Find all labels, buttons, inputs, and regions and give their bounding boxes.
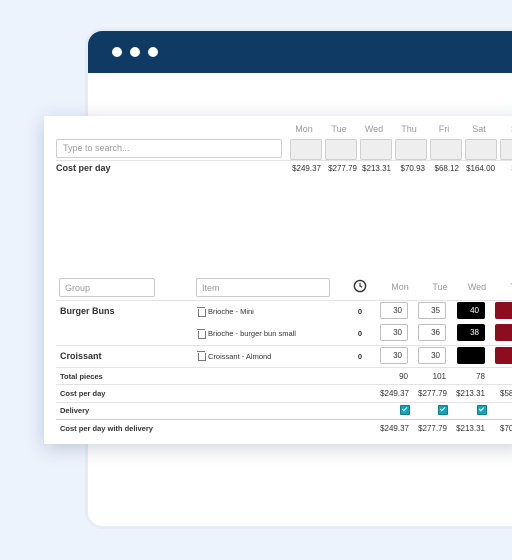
delivery-checkbox-mon[interactable] — [400, 405, 410, 415]
grid-day-wed: Wed — [467, 282, 487, 292]
day-input-thu[interactable] — [395, 139, 427, 160]
divider — [56, 419, 512, 420]
cost-per-day-tue: $277.79 — [418, 389, 447, 398]
summary-cost-mon: $249.37 — [292, 164, 321, 173]
day-input-fri[interactable] — [430, 139, 462, 160]
group-filter-input[interactable]: Group — [59, 278, 155, 297]
item-count: 0 — [357, 352, 362, 361]
delivery-checkbox-tue[interactable] — [438, 405, 448, 415]
delivery-checkbox-wed[interactable] — [477, 405, 487, 415]
group-name: Croissant — [60, 351, 102, 361]
qty-input-mon[interactable]: 30 — [380, 324, 408, 341]
cost-with-delivery-mon: $249.37 — [380, 424, 409, 433]
trash-icon[interactable] — [197, 351, 206, 361]
qty-input-wed[interactable]: 40 — [457, 302, 485, 319]
cost-per-day-thu: $58 — [500, 389, 512, 398]
qty-input-thu[interactable]: 4 — [495, 324, 512, 341]
cost-with-delivery-wed: $213.31 — [456, 424, 485, 433]
item-filter-input[interactable]: Item — [196, 278, 330, 297]
summary-cost-sun: $ — [506, 164, 512, 173]
group-name: Burger Buns — [60, 306, 115, 316]
qty-input-tue[interactable]: 35 — [418, 302, 446, 319]
qty-input-thu[interactable] — [495, 302, 512, 319]
day-header-thu: Thu — [401, 124, 417, 134]
cost-with-delivery-tue: $277.79 — [418, 424, 447, 433]
day-input-tue[interactable] — [325, 139, 357, 160]
day-header-sat: Sat — [472, 124, 486, 134]
trash-icon[interactable] — [197, 329, 206, 339]
divider — [56, 345, 512, 346]
delivery-label: Delivery — [60, 406, 90, 415]
summary-cost-wed: $213.31 — [362, 164, 391, 173]
window-dot — [148, 47, 158, 57]
planner-panel: Mon Tue Wed Thu Fri Sat S Type to search… — [44, 116, 512, 444]
window-dot — [130, 47, 140, 57]
day-header-fri: Fri — [438, 124, 450, 134]
divider — [56, 384, 512, 385]
cost-per-day-mon: $249.37 — [380, 389, 409, 398]
qty-input-mon[interactable]: 30 — [380, 302, 408, 319]
browser-title-bar — [88, 31, 512, 73]
summary-cost-sat: $164.00 — [466, 164, 495, 173]
qty-input-tue[interactable]: 30 — [418, 347, 446, 364]
summary-cost-thu: $70.93 — [400, 164, 425, 173]
cost-with-delivery-label: Cost per day with delivery — [60, 424, 153, 433]
day-input-sun[interactable] — [500, 139, 512, 160]
summary-cost-label: Cost per day — [56, 163, 111, 173]
day-input-wed[interactable] — [360, 139, 392, 160]
cost-with-delivery-thu: $70 — [500, 424, 512, 433]
day-header-sun: S — [501, 124, 512, 134]
grid-day-tue: Tue — [432, 282, 448, 292]
day-header-mon: Mon — [295, 124, 313, 134]
total-pieces-label: Total pieces — [60, 372, 103, 381]
qty-input-wed[interactable] — [457, 347, 485, 364]
item-name: Brioche - Mini — [208, 307, 254, 316]
grid-day-mon: Mon — [391, 282, 409, 292]
item-name: Brioche - burger bun small — [208, 329, 296, 338]
qty-input-tue[interactable]: 36 — [418, 324, 446, 341]
summary-cost-tue: $277.79 — [328, 164, 357, 173]
total-pieces-tue: 101 — [432, 372, 446, 381]
qty-input-wed[interactable]: 38 — [457, 324, 485, 341]
divider — [56, 300, 512, 301]
summary-cost-fri: $68.12 — [434, 164, 459, 173]
qty-input-thu[interactable] — [495, 347, 512, 364]
day-header-wed: Wed — [364, 124, 384, 134]
cost-per-day-label: Cost per day — [60, 389, 106, 398]
day-input-sat[interactable] — [465, 139, 497, 160]
item-name: Croissant - Almond — [208, 352, 272, 361]
cost-per-day-wed: $213.31 — [456, 389, 485, 398]
divider — [56, 367, 512, 368]
window-dot — [112, 47, 122, 57]
grid-day-thu: T — [506, 282, 512, 292]
trash-icon[interactable] — [197, 307, 206, 317]
divider — [56, 402, 512, 403]
day-input-mon[interactable] — [290, 139, 322, 160]
total-pieces-wed: 78 — [476, 372, 485, 381]
clock-icon[interactable] — [353, 279, 367, 293]
search-input[interactable]: Type to search... — [56, 139, 282, 158]
item-count: 0 — [357, 307, 362, 316]
total-pieces-mon: 90 — [399, 372, 408, 381]
qty-input-mon[interactable]: 30 — [380, 347, 408, 364]
divider — [56, 160, 512, 161]
item-count: 0 — [357, 329, 362, 338]
day-header-tue: Tue — [331, 124, 347, 134]
